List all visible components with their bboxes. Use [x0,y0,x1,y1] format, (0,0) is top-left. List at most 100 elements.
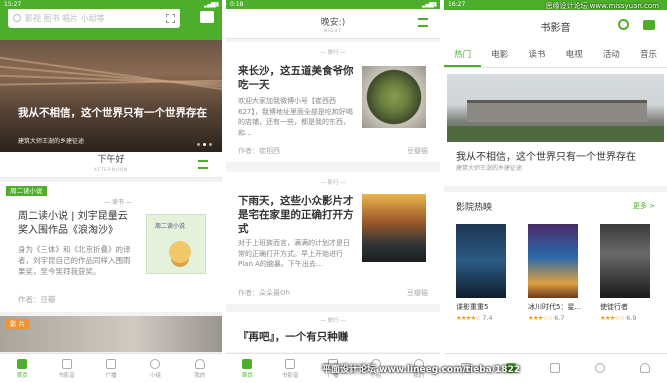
category-tabs: 热门 电影 读书 电视 活动 音乐 [444,44,667,68]
status-icons: ▂▄▆ ▮ [421,1,437,8]
bottom-tab-bar: 首页 书影音 广播 小组 我的 [0,353,222,383]
rating-value: 6.9 [626,314,637,322]
card-tag-film: 影 片 [6,319,30,329]
search-icon[interactable] [618,19,629,30]
status-bar: 0:18 ▂▄▆ ▮ [226,0,440,9]
chat-icon[interactable] [643,20,655,30]
movie-rating: ★★★★☆ 7.4 [456,314,516,322]
tab-groups[interactable]: 小组 [133,354,177,383]
media-icon [61,358,72,369]
watermark-bottom: 平面设计论坛 www.lineeg.com/tieba/1822 [322,365,521,375]
tab-books[interactable]: 读书 [518,44,555,67]
tab-label: 广播 [105,372,117,379]
search-input[interactable]: 影视 图书 唱片 小组等 [8,8,180,28]
movie-title: 使徒行者 [600,303,628,311]
movie-poster[interactable] [600,224,650,298]
feed-card-next[interactable]: — 旅行 — 『再吧』，一个有只种赚 [226,312,440,352]
section-kicker: — 影行 — [320,180,346,186]
tab-label: 首页 [241,372,253,379]
movie-title: 冰川时代5：星... [528,303,582,311]
card-image: 周二读小说 [146,214,206,274]
movie-rating: ★★★☆☆ 6.9 [600,314,660,322]
section-kicker: — 旅行 — [320,318,346,324]
tab-music[interactable]: 音乐 [630,44,667,67]
search-icon [13,14,21,22]
greeting-logo: 下午好 AFTERNOON [94,154,128,174]
greeting-subtext: AFTERNOON [94,166,128,172]
tab-groups[interactable] [578,354,623,383]
tab-label: 小组 [149,372,161,379]
status-time: 0:18 [230,1,244,8]
search-placeholder: 影视 图书 唱片 小组等 [25,13,105,23]
hero-subtitle: 建筑大师王澍的乡建征途 [456,165,523,172]
rating-stars: ★★★★☆ [456,314,481,322]
tab-broadcast[interactable] [533,354,578,383]
hero-title: 我从不相信，这个世界只有一个世界存在 [456,152,636,163]
broadcast-icon [106,358,117,369]
tab-mine[interactable] [622,354,667,383]
movie-poster[interactable] [456,224,506,298]
card-author: 作者：朵朵最Oh [238,289,290,297]
phone-screen-media: 16:27 思缘设计论坛 www.missyuan.com 书影音 热门 电影 … [444,0,667,383]
home-icon [17,358,28,369]
tab-events[interactable]: 活动 [593,44,630,67]
tab-media[interactable]: 书影音 [269,354,312,383]
menu-icon[interactable] [198,160,208,169]
card-author: 作者：豆瓣 [18,295,56,304]
feed-card-movies[interactable]: — 影行 — 下雨天，这些小众影片才是宅在家里的正确打开方式 对于上班族而言，满… [226,172,440,304]
hero-title: 我从不相信，这个世界只有一个世界存在 [18,107,207,119]
tab-label: 首页 [16,372,28,379]
scan-icon[interactable] [166,13,175,23]
more-link[interactable]: 更多 > [633,201,655,211]
menu-icon[interactable] [418,18,428,27]
hero-subtitle: 建筑大师王澍的乡建征途 [18,138,85,145]
feed-card-food[interactable]: — 旅行 — 来长沙，这五道美食爷你吃一天 欢迎大家加我微博小号【崔西西627】… [226,42,440,162]
night-header: 晚安:) NIGHT [226,9,440,39]
tab-label: 书影音 [58,372,75,379]
user-icon [639,362,650,373]
night-logo-text: 晚安:) [320,18,346,28]
carousel-dots [197,143,212,146]
tab-hot[interactable]: 热门 [444,44,482,67]
section-title: 影院热映 [456,203,493,213]
card-title: 周二读小说 | 刘宇昆量云奖入围作品《浪淘沙》 [18,211,128,236]
rating-stars: ★★★☆☆ [600,314,625,322]
tab-broadcast[interactable]: 广播 [89,354,133,383]
hero-banner[interactable]: 我从不相信，这个世界只有一个世界存在 建筑大师王澍的乡建征途 [0,40,222,152]
night-logo-subtext: NIGHT [324,28,342,33]
feed-card-film-image[interactable]: 影 片 [0,316,222,352]
divider [444,186,667,192]
card-author: 作者：崔相西 [238,147,280,155]
media-header: 书影音 [444,10,667,40]
card-body: 对于上班族而言，满满的计划才是日常的正确打开方式。早上开始进行Plan A的脑暴… [238,239,350,268]
feed-card-novel[interactable]: 周二读小说 — 读书 — 周二读小说 | 刘宇昆量云奖入围作品《浪淘沙》 身为《… [0,182,222,312]
tab-tv[interactable]: 电视 [556,44,593,67]
movie-poster[interactable] [528,224,578,298]
greeting-row: 下午好 AFTERNOON [0,152,222,178]
hero-banner[interactable] [447,74,664,142]
tab-home[interactable]: 首页 [0,354,44,383]
user-icon [194,358,205,369]
card-tag: 周二读小说 [6,186,47,196]
chat-icon[interactable] [200,11,214,23]
tab-home[interactable]: 首页 [226,354,269,383]
card-image-text: 周二读小说 [155,223,186,230]
card-image-food [362,66,426,128]
page-title: 书影音 [540,23,571,34]
groups-icon [150,358,161,369]
card-title: 下雨天，这些小众影片才是宅在家里的正确打开方式 [238,195,354,235]
section-kicker: — 旅行 — [320,50,346,56]
greeting-text: 下午好 [97,154,125,165]
broadcast-icon [550,362,561,373]
card-title: 来长沙，这五道美食爷你吃一天 [238,65,354,91]
card-body: 身为《三体》和《北京折叠》的译者，刘宇昆自己的作品同样入围雨果奖，至今笑拜我获奖… [18,245,131,276]
tab-mine[interactable]: 我的 [178,354,222,383]
tab-media[interactable]: 书影音 [44,354,88,383]
rating-value: 7.4 [482,314,493,322]
home-icon [242,358,253,369]
phone-screen-night: 0:18 ▂▄▆ ▮ 晚安:) NIGHT — 旅行 — 来长沙，这五道美食爷你吃一… [226,0,440,383]
phone-screen-home: 15:27 ▂▄▆ ▮ 影视 图书 唱片 小组等 我从不相信，这个世界只有一个世界… [0,0,222,383]
card-title: 『再吧』，一个有只种赚 [238,331,349,343]
night-logo: 晚安:) NIGHT [226,15,440,34]
tab-movies[interactable]: 电影 [481,44,518,67]
